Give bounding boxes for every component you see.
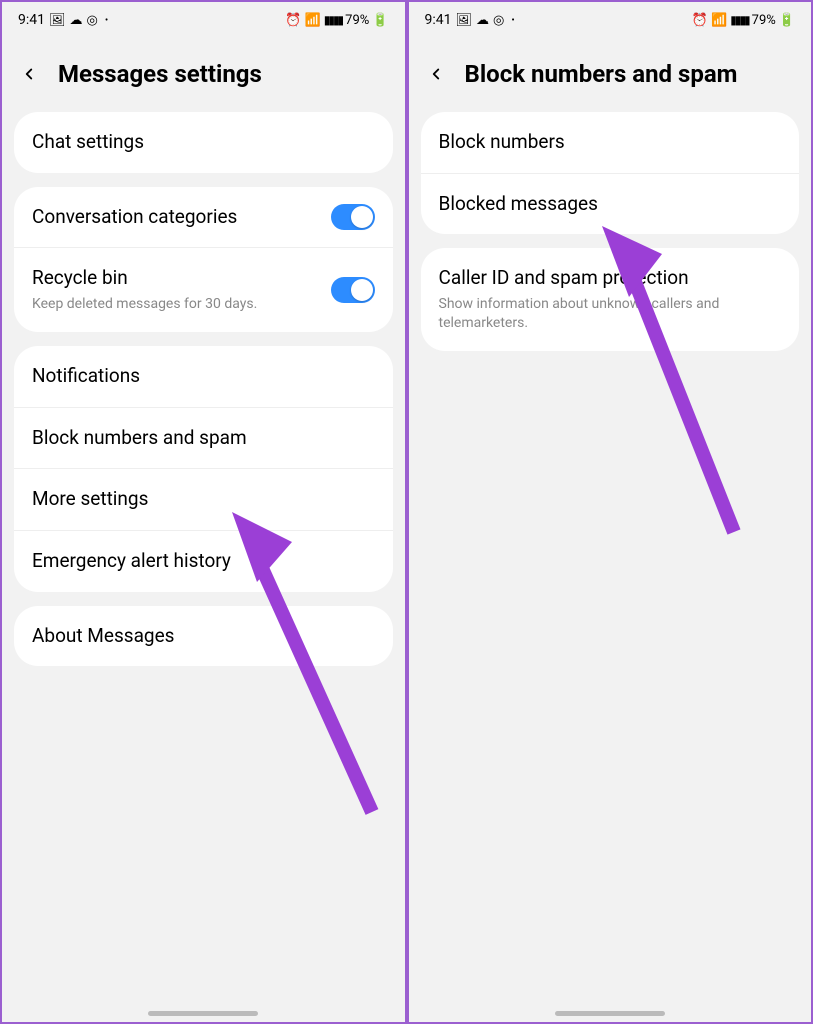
item-label: Block numbers — [439, 130, 782, 155]
cloud-icon: ☁ — [70, 13, 83, 28]
header-left: Messages settings — [2, 34, 405, 112]
item-about-messages[interactable]: About Messages — [14, 606, 393, 667]
item-label: Caller ID and spam protection — [439, 266, 782, 291]
status-time: 9:41 — [18, 12, 45, 28]
item-blocked-messages[interactable]: Blocked messages — [421, 173, 800, 235]
item-emergency-alert-history[interactable]: Emergency alert history — [14, 530, 393, 592]
item-label: Block numbers and spam — [32, 426, 375, 451]
item-more-settings[interactable]: More settings — [14, 468, 393, 530]
wifi-icon: 📶 — [305, 13, 321, 28]
toggle-recycle-bin[interactable] — [331, 277, 375, 303]
item-label: Chat settings — [32, 130, 375, 155]
home-indicator[interactable] — [555, 1011, 665, 1016]
item-label: More settings — [32, 487, 375, 512]
item-label: Conversation categories — [32, 205, 375, 230]
item-chat-settings[interactable]: Chat settings — [14, 112, 393, 173]
header-right: Block numbers and spam — [409, 34, 812, 112]
status-bar: 9:41 🖼 ☁ ◎ • ⏰ 📶 ▮▮▮▮ 79% 🔋 — [2, 2, 405, 34]
wifi-icon: 📶 — [711, 13, 727, 28]
back-button[interactable] — [20, 65, 38, 83]
card-about: About Messages — [14, 606, 393, 667]
home-indicator[interactable] — [148, 1011, 258, 1016]
cloud-icon: ☁ — [476, 13, 489, 28]
alarm-icon: ⏰ — [285, 13, 301, 28]
card-conversation: Conversation categories Recycle bin Keep… — [14, 187, 393, 332]
item-block-numbers-and-spam[interactable]: Block numbers and spam — [14, 407, 393, 469]
item-label: About Messages — [32, 624, 375, 649]
page-title: Block numbers and spam — [465, 60, 738, 88]
phone-left: 9:41 🖼 ☁ ◎ • ⏰ 📶 ▮▮▮▮ 79% 🔋 Messages set… — [0, 0, 407, 1024]
battery-text: 79% — [345, 13, 369, 28]
page-title: Messages settings — [58, 60, 262, 88]
battery-icon: 🔋 — [779, 13, 795, 28]
battery-icon: 🔋 — [372, 13, 388, 28]
item-notifications[interactable]: Notifications — [14, 346, 393, 407]
item-sublabel: Show information about unknown callers a… — [439, 295, 782, 333]
phone-right: 9:41 🖼 ☁ ◎ • ⏰ 📶 ▮▮▮▮ 79% 🔋 Block number… — [407, 0, 813, 1024]
back-button[interactable] — [427, 65, 445, 83]
signal-icon: ▮▮▮▮ — [324, 13, 342, 27]
item-label: Blocked messages — [439, 192, 782, 217]
battery-text: 79% — [752, 13, 776, 28]
item-caller-id-spam-protection[interactable]: Caller ID and spam protection Show infor… — [421, 248, 800, 350]
instagram-icon: ◎ — [87, 13, 98, 28]
dot-icon: • — [105, 15, 108, 26]
alarm-icon: ⏰ — [692, 13, 708, 28]
item-block-numbers[interactable]: Block numbers — [421, 112, 800, 173]
item-conversation-categories[interactable]: Conversation categories — [14, 187, 393, 248]
card-block-numbers: Block numbers Blocked messages — [421, 112, 800, 234]
status-bar: 9:41 🖼 ☁ ◎ • ⏰ 📶 ▮▮▮▮ 79% 🔋 — [409, 2, 812, 34]
image-icon: 🖼 — [49, 13, 66, 28]
item-label: Recycle bin — [32, 266, 375, 291]
card-chat-settings: Chat settings — [14, 112, 393, 173]
item-label: Notifications — [32, 364, 375, 389]
status-time: 9:41 — [425, 12, 452, 28]
item-label: Emergency alert history — [32, 549, 375, 574]
dot-icon: • — [511, 15, 514, 26]
toggle-conversation-categories[interactable] — [331, 204, 375, 230]
card-notifications: Notifications Block numbers and spam Mor… — [14, 346, 393, 592]
item-sublabel: Keep deleted messages for 30 days. — [32, 295, 375, 314]
signal-icon: ▮▮▮▮ — [730, 13, 748, 27]
card-caller-id: Caller ID and spam protection Show infor… — [421, 248, 800, 350]
image-icon: 🖼 — [456, 13, 473, 28]
instagram-icon: ◎ — [493, 13, 504, 28]
item-recycle-bin[interactable]: Recycle bin Keep deleted messages for 30… — [14, 247, 393, 332]
